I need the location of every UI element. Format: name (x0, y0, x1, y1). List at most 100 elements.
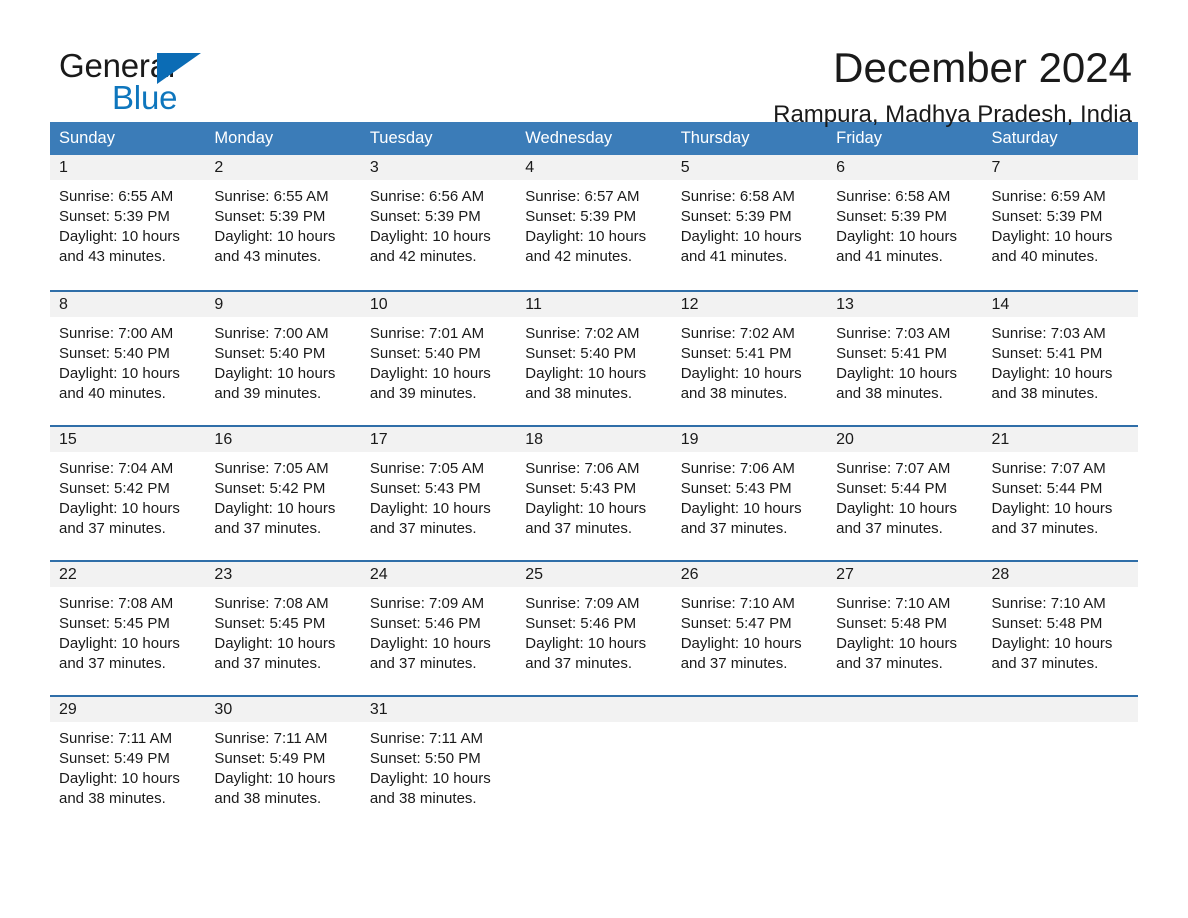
day-number: 20 (836, 431, 854, 448)
sunset-text: Sunset: 5:46 PM (369, 615, 481, 632)
sunset-text: Sunset: 5:49 PM (59, 750, 170, 767)
daylight-text-line1: Daylight: 10 hours (525, 365, 647, 382)
calendar-day-cell-10[interactable]: 10 Sunrise: 7:01 AM Sunset: 5:40 PM Dayl… (360, 292, 517, 425)
day-number-band: 25 (516, 562, 672, 587)
calendar-day-cell-13[interactable]: 13 Sunrise: 7:03 AM Sunset: 5:41 PM Dayl… (827, 292, 983, 425)
daylight-text-line2: and 43 minutes. (214, 248, 322, 265)
daylight-text-line2: and 38 minutes. (369, 790, 477, 807)
sunrise-text: Sunrise: 7:04 AM (59, 460, 174, 477)
day-details: Sunrise: 7:10 AM Sunset: 5:47 PM Dayligh… (672, 587, 827, 674)
daylight-text-line2: and 37 minutes. (369, 520, 477, 537)
calendar-day-cell-11[interactable]: 11 Sunrise: 7:02 AM Sunset: 5:40 PM Dayl… (516, 292, 672, 425)
calendar-day-cell-3[interactable]: 3 Sunrise: 6:56 AM Sunset: 5:39 PM Dayli… (360, 155, 517, 290)
calendar-day-cell-20[interactable]: 20 Sunrise: 7:07 AM Sunset: 5:44 PM Dayl… (827, 427, 983, 560)
sunrise-text: Sunrise: 7:06 AM (680, 460, 795, 477)
daylight-text-line2: and 37 minutes. (59, 655, 166, 672)
daylight-text-line2: and 43 minutes. (59, 248, 166, 265)
sunrise-text: Sunrise: 7:08 AM (214, 595, 329, 612)
daylight-text-line1: Daylight: 10 hours (214, 365, 336, 382)
day-number-band: 8 (50, 292, 206, 317)
calendar-day-cell-21[interactable]: 21 Sunrise: 7:07 AM Sunset: 5:44 PM Dayl… (982, 427, 1138, 560)
day-number: 19 (680, 431, 699, 448)
calendar-day-cell-6[interactable]: 6 Sunrise: 6:58 AM Sunset: 5:39 PM Dayli… (827, 155, 983, 290)
daylight-text-line2: and 37 minutes. (214, 655, 322, 672)
sunrise-text: Sunrise: 7:01 AM (369, 325, 485, 342)
calendar-page: General Blue December 2024 Rampura, Madh… (0, 0, 1188, 918)
calendar-day-cell-18[interactable]: 18 Sunrise: 7:06 AM Sunset: 5:43 PM Dayl… (516, 427, 672, 560)
day-details: Sunrise: 6:58 AM Sunset: 5:39 PM Dayligh… (672, 180, 827, 267)
calendar-day-cell-27[interactable]: 27 Sunrise: 7:10 AM Sunset: 5:48 PM Dayl… (827, 562, 983, 695)
sunset-text: Sunset: 5:43 PM (680, 480, 792, 497)
calendar-day-cell-30[interactable]: 30 Sunrise: 7:11 AM Sunset: 5:49 PM Dayl… (205, 697, 361, 827)
day-number-band: 10 (360, 292, 517, 317)
calendar-day-cell-1[interactable]: 1 Sunrise: 6:55 AM Sunset: 5:39 PM Dayli… (50, 155, 206, 290)
sunrise-text: Sunrise: 7:07 AM (991, 460, 1106, 477)
calendar-day-cell-29[interactable]: 29 Sunrise: 7:11 AM Sunset: 5:49 PM Dayl… (50, 697, 206, 827)
calendar-day-cell-31[interactable]: 31 Sunrise: 7:11 AM Sunset: 5:50 PM Dayl… (360, 697, 517, 827)
day-number-band: 27 (827, 562, 983, 587)
calendar-day-cell-12[interactable]: 12 Sunrise: 7:02 AM Sunset: 5:41 PM Dayl… (671, 292, 828, 425)
day-details: Sunrise: 6:58 AM Sunset: 5:39 PM Dayligh… (827, 180, 982, 267)
logo-text-blue: Blue (112, 79, 178, 116)
calendar-day-cell-15[interactable]: 15 Sunrise: 7:04 AM Sunset: 5:42 PM Dayl… (50, 427, 206, 560)
calendar-day-cell-7[interactable]: 7 Sunrise: 6:59 AM Sunset: 5:39 PM Dayli… (982, 155, 1138, 290)
daylight-text-line1: Daylight: 10 hours (369, 500, 491, 517)
calendar-day-cell-19[interactable]: 19 Sunrise: 7:06 AM Sunset: 5:43 PM Dayl… (671, 427, 828, 560)
day-number: 3 (369, 159, 379, 176)
daylight-text-line2: and 38 minutes. (59, 790, 166, 807)
daylight-text-line1: Daylight: 10 hours (59, 635, 180, 652)
sunrise-text: Sunrise: 7:11 AM (59, 730, 173, 747)
sunset-text: Sunset: 5:39 PM (59, 208, 170, 225)
calendar-day-cell-5[interactable]: 5 Sunrise: 6:58 AM Sunset: 5:39 PM Dayli… (671, 155, 828, 290)
daylight-text-line1: Daylight: 10 hours (991, 365, 1113, 382)
calendar-day-cell-9[interactable]: 9 Sunrise: 7:00 AM Sunset: 5:40 PM Dayli… (205, 292, 361, 425)
sunset-text: Sunset: 5:48 PM (836, 615, 948, 632)
day-number-band: 28 (982, 562, 1138, 587)
daylight-text-line2: and 37 minutes. (59, 520, 166, 537)
day-number: 6 (836, 159, 846, 176)
day-number-band: 4 (516, 155, 672, 180)
calendar-day-cell-8[interactable]: 8 Sunrise: 7:00 AM Sunset: 5:40 PM Dayli… (50, 292, 206, 425)
calendar-day-cell-24[interactable]: 24 Sunrise: 7:09 AM Sunset: 5:46 PM Dayl… (360, 562, 517, 695)
day-details: Sunrise: 6:57 AM Sunset: 5:39 PM Dayligh… (516, 180, 671, 267)
calendar-day-cell-16[interactable]: 16 Sunrise: 7:05 AM Sunset: 5:42 PM Dayl… (205, 427, 361, 560)
day-number-band: 26 (671, 562, 828, 587)
sunset-text: Sunset: 5:41 PM (991, 345, 1103, 362)
sunrise-text: Sunrise: 7:02 AM (680, 325, 795, 342)
calendar-day-cell-26[interactable]: 26 Sunrise: 7:10 AM Sunset: 5:47 PM Dayl… (671, 562, 828, 695)
calendar-grid: Sunday Monday Tuesday Wednesday Thursday… (50, 122, 1138, 827)
day-number-band: 20 (827, 427, 983, 452)
calendar-day-cell-2[interactable]: 2 Sunrise: 6:55 AM Sunset: 5:39 PM Dayli… (205, 155, 361, 290)
sunrise-text: Sunrise: 7:03 AM (836, 325, 951, 342)
general-blue-logo[interactable]: General Blue (59, 46, 259, 118)
sunrise-text: Sunrise: 7:10 AM (836, 595, 951, 612)
day-number-band: 5 (671, 155, 828, 180)
sunrise-text: Sunrise: 7:07 AM (836, 460, 951, 477)
sunset-text: Sunset: 5:39 PM (680, 208, 792, 225)
calendar-week-row-3: 15 Sunrise: 7:04 AM Sunset: 5:42 PM Dayl… (50, 425, 1138, 560)
sunset-text: Sunset: 5:40 PM (525, 345, 637, 362)
day-number: 2 (214, 159, 224, 176)
daylight-text-line2: and 38 minutes. (214, 790, 322, 807)
sunrise-text: Sunrise: 7:03 AM (991, 325, 1106, 342)
day-number-band: 19 (671, 427, 828, 452)
day-number: 18 (525, 431, 544, 448)
sunset-text: Sunset: 5:40 PM (369, 345, 481, 362)
sunrise-text: Sunrise: 6:57 AM (525, 188, 640, 205)
day-number: 16 (214, 431, 233, 448)
calendar-day-cell-28[interactable]: 28 Sunrise: 7:10 AM Sunset: 5:48 PM Dayl… (982, 562, 1138, 695)
daylight-text-line2: and 38 minutes. (991, 385, 1099, 402)
calendar-day-cell-4[interactable]: 4 Sunrise: 6:57 AM Sunset: 5:39 PM Dayli… (516, 155, 672, 290)
calendar-day-cell-23[interactable]: 23 Sunrise: 7:08 AM Sunset: 5:45 PM Dayl… (205, 562, 361, 695)
daylight-text-line2: and 37 minutes. (214, 520, 322, 537)
calendar-day-cell-25[interactable]: 25 Sunrise: 7:09 AM Sunset: 5:46 PM Dayl… (516, 562, 672, 695)
day-details: Sunrise: 7:03 AM Sunset: 5:41 PM Dayligh… (827, 317, 982, 404)
daylight-text-line1: Daylight: 10 hours (369, 228, 491, 245)
day-details: Sunrise: 7:02 AM Sunset: 5:40 PM Dayligh… (516, 317, 671, 404)
daylight-text-line1: Daylight: 10 hours (525, 228, 647, 245)
day-details: Sunrise: 6:55 AM Sunset: 5:39 PM Dayligh… (50, 180, 205, 267)
day-number-band (516, 697, 672, 722)
calendar-day-cell-14[interactable]: 14 Sunrise: 7:03 AM Sunset: 5:41 PM Dayl… (982, 292, 1138, 425)
calendar-day-cell-22[interactable]: 22 Sunrise: 7:08 AM Sunset: 5:45 PM Dayl… (50, 562, 206, 695)
calendar-day-cell-17[interactable]: 17 Sunrise: 7:05 AM Sunset: 5:43 PM Dayl… (360, 427, 517, 560)
